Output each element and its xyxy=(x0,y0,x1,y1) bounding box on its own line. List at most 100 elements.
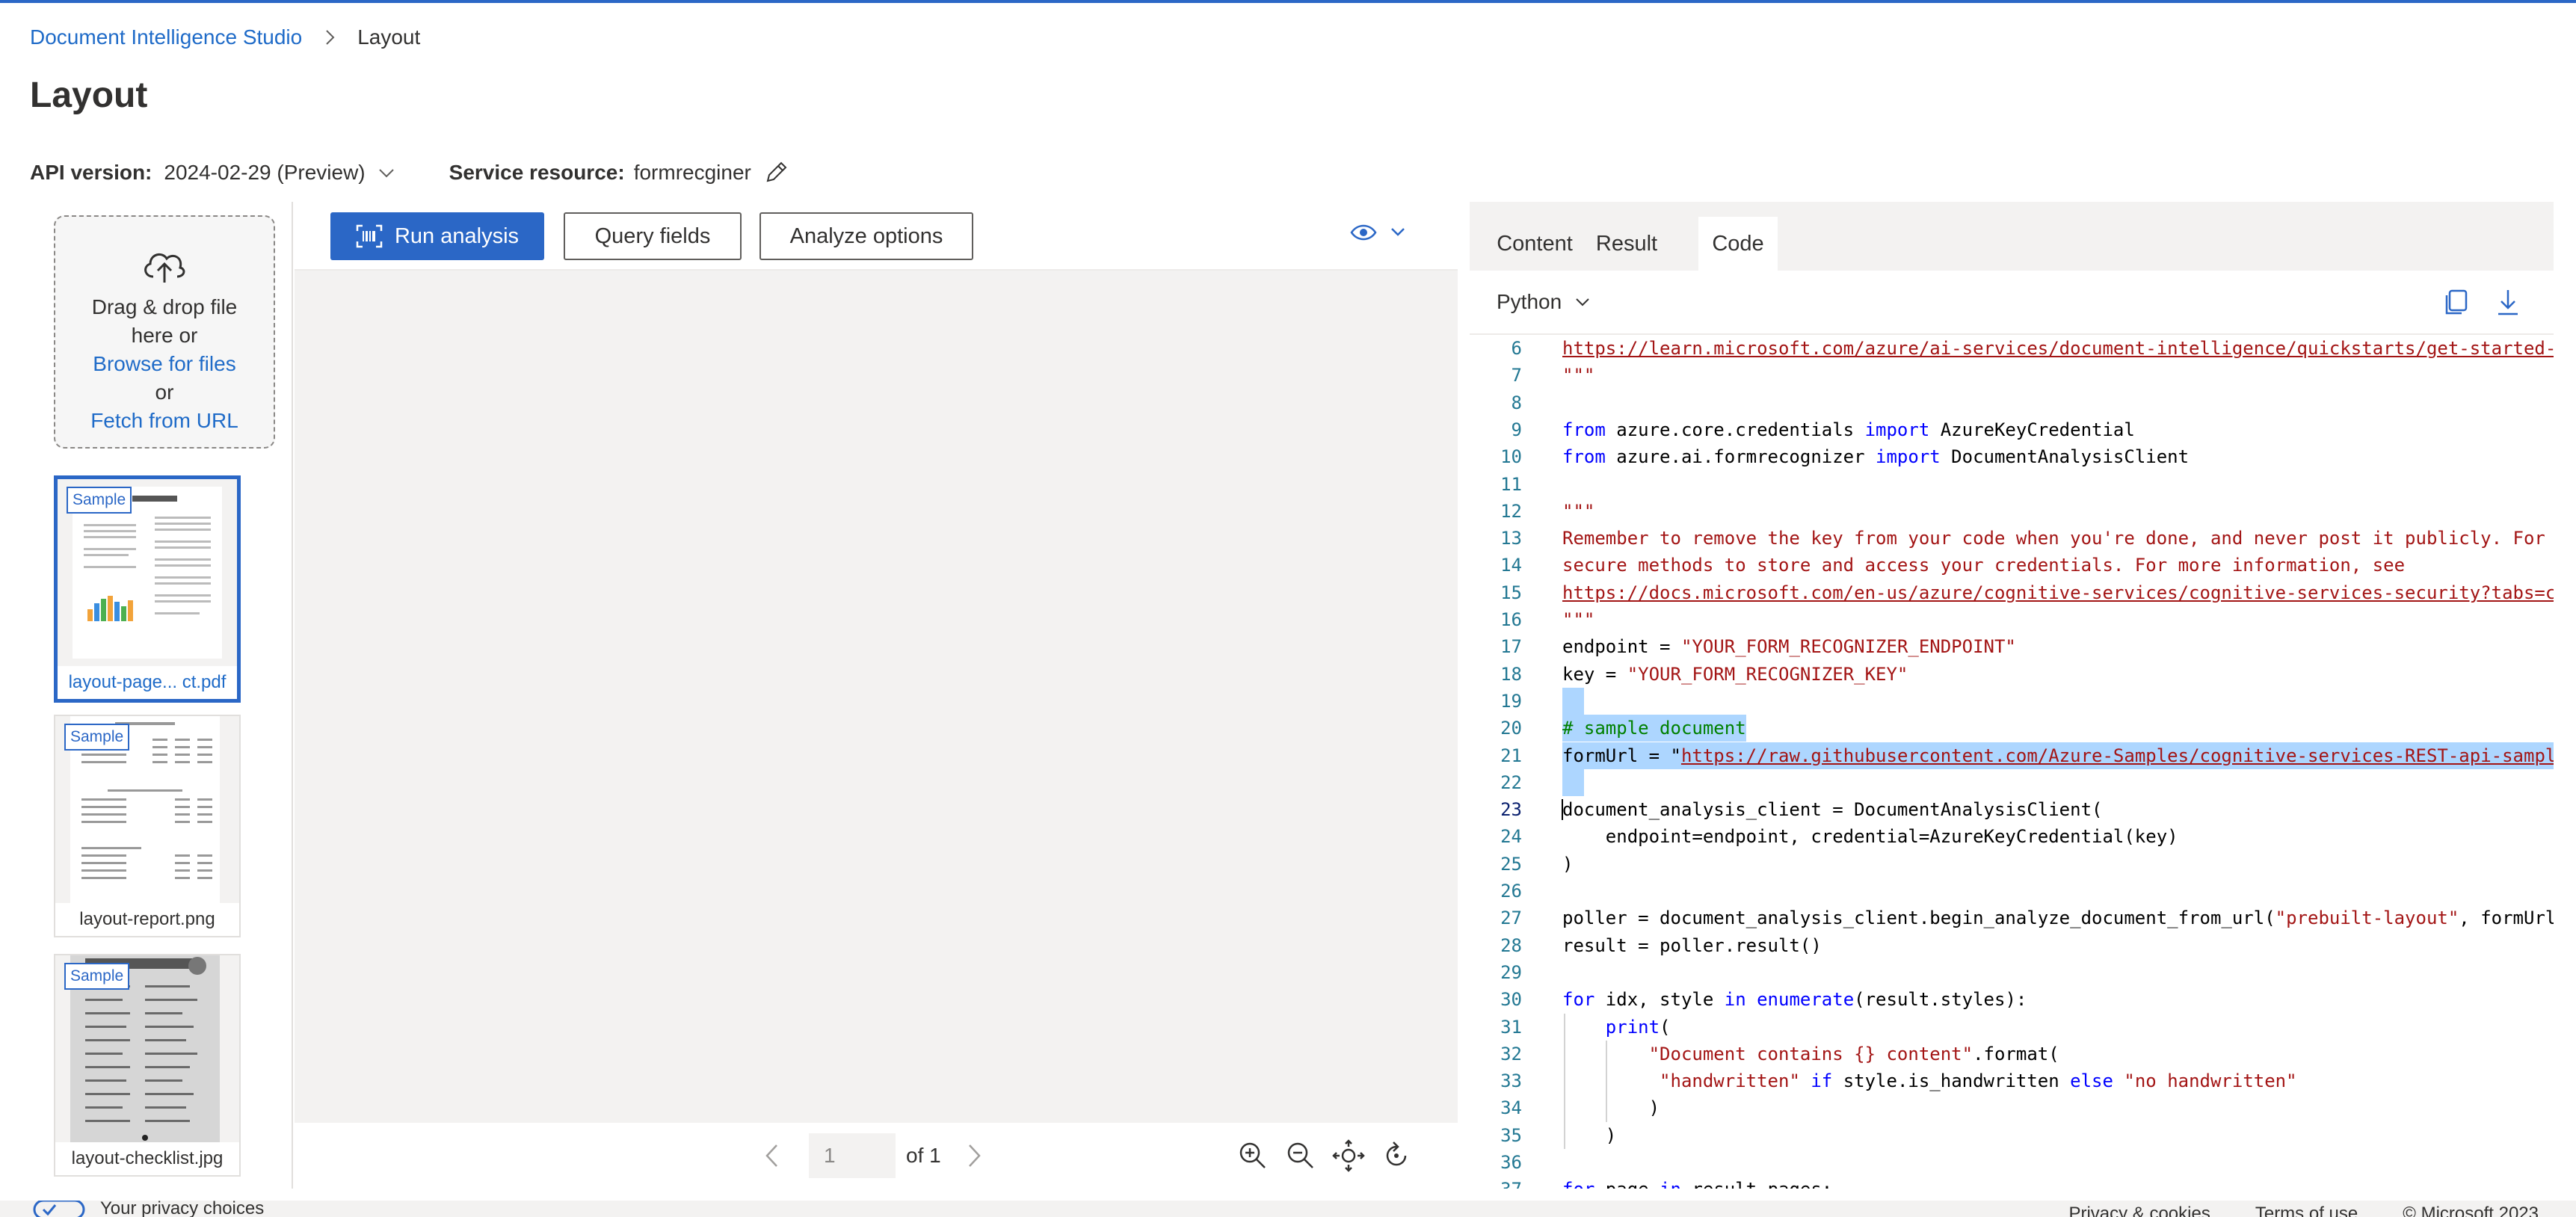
code-line: 7 """ xyxy=(1470,362,2554,389)
line-number: 23 xyxy=(1500,799,1522,821)
line-number: 9 xyxy=(1511,419,1522,440)
chevron-down-icon xyxy=(1391,228,1405,236)
privacy-choices-label: Your privacy choices xyxy=(100,1201,265,1217)
line-number: 20 xyxy=(1500,718,1522,739)
api-version-dropdown[interactable]: 2024-02-29 (Preview) xyxy=(164,161,365,185)
zoom-in-icon[interactable] xyxy=(1236,1139,1269,1172)
copy-icon[interactable] xyxy=(2440,287,2471,318)
browse-files-link[interactable]: Browse for files xyxy=(55,350,274,378)
line-number: 30 xyxy=(1500,989,1522,1011)
code-text: key = "YOUR_FORM_RECOGNIZER_KEY" xyxy=(1562,663,1908,685)
eye-icon xyxy=(1350,224,1377,241)
thumbnail-filename: layout-checklist.jpg xyxy=(71,1148,224,1168)
tab-result[interactable]: Result xyxy=(1589,217,1664,271)
result-tabs: Content Result Code xyxy=(1470,202,2554,271)
copyright: © Microsoft 2023 xyxy=(2403,1204,2539,1217)
thumbnail-filename: layout-page... ct.pdf xyxy=(68,672,227,692)
line-number: 11 xyxy=(1500,473,1522,495)
code-line: 30 for idx, style in enumerate(result.sty… xyxy=(1470,986,2554,1013)
sample-thumbnail-layout-checklist[interactable]: Sample layout-checklist.jpg xyxy=(54,954,241,1177)
code-editor[interactable]: 6 https://learn.microsoft.com/azure/ai-se… xyxy=(1470,335,2554,1189)
file-dropzone[interactable]: Drag & drop file here or Browse for file… xyxy=(54,215,275,449)
code-text: print( xyxy=(1605,1016,1671,1038)
line-number: 33 xyxy=(1500,1070,1522,1092)
page-count: of 1 xyxy=(906,1144,941,1167)
terms-link[interactable]: Terms of use xyxy=(2255,1204,2358,1217)
code-line: 25) xyxy=(1470,851,2554,878)
breadcrumb-root-link[interactable]: Document Intelligence Studio xyxy=(30,25,302,49)
run-analysis-button[interactable]: Run analysis xyxy=(330,212,544,260)
dropzone-text-2: here or xyxy=(131,324,198,347)
line-number: 10 xyxy=(1500,446,1522,468)
chevron-right-icon[interactable] xyxy=(958,1141,988,1171)
privacy-link[interactable]: Privacy & cookies xyxy=(2068,1204,2210,1217)
fit-to-page-icon[interactable] xyxy=(1332,1139,1365,1172)
code-text: from azure.ai.formrecognizer import Docu… xyxy=(1562,446,2190,468)
scan-icon xyxy=(356,224,383,248)
line-number: 37 xyxy=(1470,1176,1522,1189)
code-line: 32 "Document contains {} content".format… xyxy=(1470,1041,2554,1067)
query-fields-button[interactable]: Query fields xyxy=(564,212,742,260)
code-line: 27 poller = document_analysis_client.begi… xyxy=(1470,905,2554,931)
page-number-input[interactable] xyxy=(809,1133,896,1178)
code-line: 14 secure methods to store and access you… xyxy=(1470,552,2554,579)
language-dropdown[interactable]: Python xyxy=(1497,290,1593,314)
text-cursor xyxy=(1562,799,1563,821)
line-number: 25 xyxy=(1500,853,1522,875)
api-version-label: API version: xyxy=(30,161,152,184)
code-line: 24 endpoint=endpoint, credential=AzureKe… xyxy=(1470,823,2554,850)
line-number: 14 xyxy=(1500,555,1522,576)
chevron-right-icon xyxy=(326,30,335,45)
code-line: 21 formUrl = "https://raw.githubuserconte… xyxy=(1470,742,2554,769)
download-icon[interactable] xyxy=(2492,287,2524,318)
code-text: """ xyxy=(1562,609,1595,630)
chevron-down-icon[interactable] xyxy=(376,162,397,183)
code-line: 26 xyxy=(1470,878,2554,905)
tab-content[interactable]: Content xyxy=(1486,217,1583,271)
code-text: https://learn.microsoft.com/azure/ai-ser… xyxy=(1562,338,2554,359)
code-line: 34 ) xyxy=(1470,1094,2554,1121)
rotate-icon[interactable] xyxy=(1380,1139,1413,1172)
line-number: 24 xyxy=(1500,826,1522,848)
document-sidebar: Drag & drop file here or Browse for file… xyxy=(30,202,293,1189)
privacy-toggle-icon xyxy=(33,1201,85,1217)
indent-guide xyxy=(1564,1013,1565,1149)
line-number: 16 xyxy=(1500,609,1522,630)
zoom-out-icon[interactable] xyxy=(1284,1139,1317,1172)
code-text: for page in result.pages: xyxy=(1562,1176,1832,1189)
code-text: Remember to remove the key from your cod… xyxy=(1562,528,2545,549)
top-accent-line xyxy=(0,0,2576,3)
line-number: 35 xyxy=(1500,1124,1522,1146)
sample-thumbnail-layout-report[interactable]: Sample layout-report.png xyxy=(54,715,241,937)
code-text: """ xyxy=(1562,500,1595,522)
analyze-options-button[interactable]: Analyze options xyxy=(759,212,973,260)
code-line: 11 xyxy=(1470,471,2554,498)
sample-thumbnail-layout-page[interactable]: Sample layout-page... ct.pdf xyxy=(54,475,241,703)
line-number: 19 xyxy=(1500,690,1522,712)
line-number: 31 xyxy=(1500,1016,1522,1038)
tab-code[interactable]: Code xyxy=(1698,217,1778,271)
code-line: 8 xyxy=(1470,389,2554,416)
privacy-choices[interactable]: Your privacy choices xyxy=(33,1201,264,1217)
code-line: 6 https://learn.microsoft.com/azure/ai-se… xyxy=(1470,335,2554,362)
run-analysis-label: Run analysis xyxy=(394,224,520,248)
page-navigation: of 1 xyxy=(295,1123,1458,1189)
line-number: 17 xyxy=(1500,636,1522,658)
line-number: 15 xyxy=(1500,582,1522,603)
code-text: from azure.core.credentials import Azure… xyxy=(1562,419,2135,440)
edit-pencil-icon[interactable] xyxy=(763,160,789,185)
code-text: "Document contains {} content".format( xyxy=(1648,1043,2059,1065)
viewer-toolbar: Run analysis Query fields Analyze option… xyxy=(295,202,1458,271)
line-number: 21 xyxy=(1500,745,1522,766)
line-number: 13 xyxy=(1500,528,1522,549)
code-line: 37 for page in result.pages: xyxy=(1470,1176,2554,1189)
visibility-toggle[interactable] xyxy=(1350,221,1413,244)
settings-row: API version: 2024-02-29 (Preview) Servic… xyxy=(30,157,789,188)
document-canvas[interactable] xyxy=(295,271,1458,1123)
chevron-left-icon[interactable] xyxy=(758,1141,788,1171)
results-panel: Content Result Code Python 6 https://lear… xyxy=(1470,202,2554,1189)
line-number: 28 xyxy=(1500,934,1522,956)
code-text: result = poller.result() xyxy=(1562,934,1822,956)
fetch-url-link[interactable]: Fetch from URL xyxy=(55,407,274,435)
cloud-upload-icon xyxy=(144,253,185,283)
